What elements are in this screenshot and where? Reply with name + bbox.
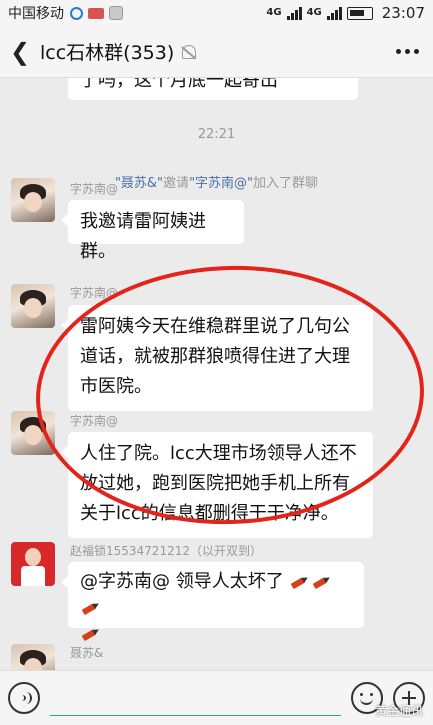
message-timestamp: 22:21 <box>197 127 236 142</box>
more-dot-icon <box>396 49 401 54</box>
voice-icon <box>18 692 32 704</box>
invitee-link[interactable]: "字苏南@" <box>189 176 253 191</box>
pencil-emoji-icon <box>312 573 333 591</box>
system-message: "聂苏&"邀请"字苏南@"加入了群聊 <box>0 172 433 191</box>
voice-button[interactable] <box>8 682 40 714</box>
sender-name: 字苏南@ <box>70 286 119 300</box>
chat-area[interactable]: 了吗，这个月底一起寄出 22:21 "聂苏&"邀请"字苏南@"加入了群聊 字苏南… <box>0 78 433 670</box>
more-dot-icon <box>414 49 419 54</box>
clock: 23:07 <box>381 4 425 22</box>
message-text: 人住了院。lcc大理市场领导人还不放过她，跑到医院把她手机上所有关于lcc的信息… <box>80 443 357 524</box>
inviter-link[interactable]: "聂苏&" <box>115 176 163 191</box>
pencil-emoji-icon <box>290 573 311 591</box>
message-bubble-previous[interactable]: 了吗，这个月底一起寄出 <box>68 78 358 100</box>
news-notification-icon <box>88 7 104 19</box>
input-bar <box>0 670 433 725</box>
back-button[interactable]: ❮ <box>0 38 40 66</box>
carrier-label: 中国移动 <box>8 6 64 22</box>
image-notification-icon <box>109 6 123 20</box>
sender-name: 字苏南@ <box>70 182 119 196</box>
system-message-suffix: 加入了群聊 <box>253 176 319 191</box>
more-options-button[interactable] <box>396 49 419 54</box>
avatar[interactable] <box>11 284 55 328</box>
message-text: 我邀请雷阿姨进群。 <box>80 211 206 262</box>
message-bubble[interactable]: 人住了院。lcc大理市场领导人还不放过她，跑到医院把她手机上所有关于lcc的信息… <box>61 432 373 538</box>
network-type-1: 4G <box>266 7 282 18</box>
network-type-2: 4G <box>306 7 322 18</box>
battery-icon <box>346 6 373 20</box>
signal-icon <box>286 6 302 20</box>
avatar[interactable] <box>11 542 55 586</box>
sender-name: 聂苏& <box>70 646 104 660</box>
pencil-emoji-icon <box>81 599 102 617</box>
chevron-left-icon: ❮ <box>9 37 31 66</box>
message-bubble[interactable]: 我邀请雷阿姨进群。 <box>61 200 244 262</box>
chat-title: lcc石林群(353) <box>40 42 175 64</box>
browser-notification-icon <box>70 6 83 20</box>
sender-name: 赵福锁15534721212（以开双到） <box>70 544 262 558</box>
pencil-emoji-icon <box>81 625 102 643</box>
message-text: @字苏南@ 领导人太坏了 <box>80 571 284 592</box>
message-bubble[interactable]: @字苏南@ 领导人太坏了 <box>61 562 364 628</box>
avatar[interactable] <box>11 411 55 455</box>
status-bar: 中国移动 4G 4G 23:07 <box>0 0 433 26</box>
mute-bell-icon <box>182 44 197 59</box>
message-bubble[interactable]: 雷阿姨今天在维稳群里说了几句公道话，就被那群狼喷得住进了大理市医院。 <box>61 305 373 411</box>
avatar[interactable] <box>11 178 55 222</box>
avatar[interactable] <box>11 644 55 670</box>
more-dot-icon <box>405 49 410 54</box>
message-text: 雷阿姨今天在维稳群里说了几句公道话，就被那群狼喷得住进了大理市医院。 <box>80 316 350 397</box>
watermark: 黄金通讯 <box>374 704 423 718</box>
message-input[interactable] <box>50 680 341 716</box>
system-message-verb: 邀请 <box>163 176 190 191</box>
chat-header: ❮ lcc石林群(353) <box>0 26 433 78</box>
sender-name: 字苏南@ <box>70 414 119 428</box>
signal-icon <box>326 6 342 20</box>
message-text: 了吗，这个月底一起寄出 <box>80 78 278 91</box>
